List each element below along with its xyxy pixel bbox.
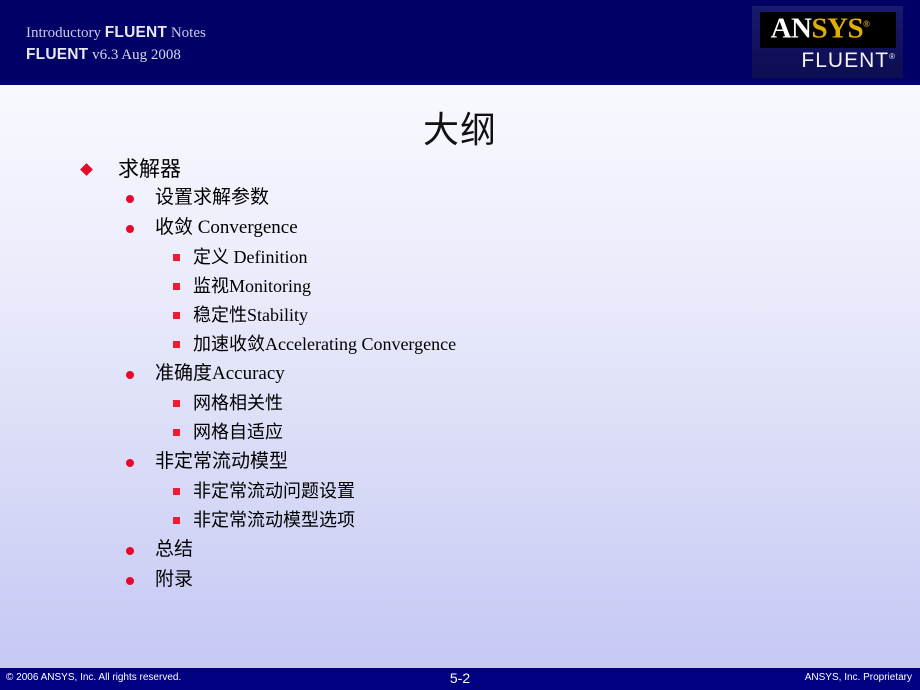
outline-item-label: 准确度Accuracy: [155, 363, 285, 384]
outline-item-label: 非定常流动模型: [155, 451, 289, 472]
outline-item-level-3: 网格自适应: [0, 418, 920, 447]
outline-item-level-3: 非定常流动模型选项: [0, 506, 920, 535]
header-line1-intro: Introductory: [26, 25, 105, 41]
header-line2-version: v6.3 Aug 2008: [88, 47, 181, 63]
slide-footer-band: © 2006 ANSYS, Inc. All rights reserved. …: [0, 668, 920, 690]
square-bullet-icon: [173, 254, 180, 261]
circle-bullet-icon: [126, 225, 134, 233]
outline-item-label: 加速收敛Accelerating Convergence: [193, 334, 457, 354]
fluent-registered-trademark-icon: ®: [889, 52, 896, 61]
circle-bullet-icon: [126, 371, 134, 379]
square-bullet-icon: [173, 400, 180, 407]
header-line-2: FLUENT v6.3 Aug 2008: [26, 44, 206, 66]
square-bullet-icon: [173, 341, 180, 348]
outline-item-label: 定义 Definition: [193, 247, 308, 267]
square-bullet-icon: [173, 429, 180, 436]
circle-bullet-icon: [126, 577, 134, 585]
square-bullet-icon: [173, 488, 180, 495]
outline-bullet-list: 求解器设置求解参数收敛 Convergence 定义 Definition 监视Mo…: [0, 155, 920, 595]
outline-item-level-2: 设置求解参数: [0, 183, 920, 213]
header-line1-fluent: FLUENT: [104, 24, 168, 41]
outline-item-label: 网格相关性: [193, 393, 283, 413]
outline-item-level-3: 加速收敛Accelerating Convergence: [0, 330, 920, 359]
outline-item-label: 求解器: [118, 157, 181, 181]
registered-trademark-icon: ®: [863, 19, 870, 29]
outline-item-label: 非定常流动问题设置: [193, 481, 355, 501]
outline-item-label: 非定常流动模型选项: [193, 510, 355, 530]
header-line1-notes: Notes: [167, 25, 206, 41]
circle-bullet-icon: [126, 195, 134, 203]
presentation-slide: Introductory FLUENT Notes FLUENT v6.3 Au…: [0, 0, 920, 690]
outline-item-label: 监视Monitoring: [193, 276, 312, 296]
ansys-wordmark: ANSYS®: [752, 6, 888, 45]
slide-header-band: Introductory FLUENT Notes FLUENT v6.3 Au…: [0, 0, 920, 85]
slide-title: 大纲: [422, 110, 497, 150]
outline-item-level-2: 收敛 Convergence: [0, 213, 920, 243]
footer-proprietary-notice: ANSYS, Inc. Proprietary: [804, 672, 912, 683]
outline-item-label: 收敛 Convergence: [155, 217, 298, 238]
header-line2-fluent: FLUENT: [26, 46, 89, 63]
outline-item-level-3: 非定常流动问题设置: [0, 477, 920, 506]
diamond-bullet-icon: [80, 163, 93, 176]
outline-item-level-2: 附录: [0, 565, 920, 595]
fluent-wordmark: FLUENT®: [752, 49, 896, 73]
square-bullet-icon: [173, 312, 180, 319]
header-course-titles: Introductory FLUENT Notes FLUENT v6.3 Au…: [26, 22, 206, 66]
header-line-1: Introductory FLUENT Notes: [26, 22, 206, 44]
circle-bullet-icon: [126, 459, 134, 467]
outline-item-label: 附录: [155, 569, 194, 590]
outline-item-level-3: 网格相关性: [0, 389, 920, 418]
outline-item-label: 设置求解参数: [155, 187, 270, 208]
outline-item-level-2: 总结: [0, 535, 920, 565]
circle-bullet-icon: [126, 547, 134, 555]
outline-item-level-3: 定义 Definition: [0, 243, 920, 272]
outline-item-label: 总结: [155, 539, 194, 560]
ansys-fluent-logo: ANSYS® FLUENT®: [752, 6, 903, 78]
outline-item-level-1: 求解器: [0, 155, 920, 183]
ansys-wordmark-an: AN: [770, 12, 812, 45]
outline-item-label: 网格自适应: [193, 422, 283, 442]
outline-item-label: 稳定性Stability: [193, 305, 309, 325]
outline-item-level-3: 稳定性Stability: [0, 301, 920, 330]
footer-page-number: 5-2: [449, 670, 471, 686]
square-bullet-icon: [173, 517, 180, 524]
square-bullet-icon: [173, 283, 180, 290]
outline-item-level-3: 监视Monitoring: [0, 272, 920, 301]
ansys-wordmark-sys: SYS: [811, 12, 864, 45]
fluent-wordmark-text: FLUENT: [801, 49, 890, 72]
outline-item-level-2: 准确度Accuracy: [0, 359, 920, 389]
outline-item-level-2: 非定常流动模型: [0, 447, 920, 477]
